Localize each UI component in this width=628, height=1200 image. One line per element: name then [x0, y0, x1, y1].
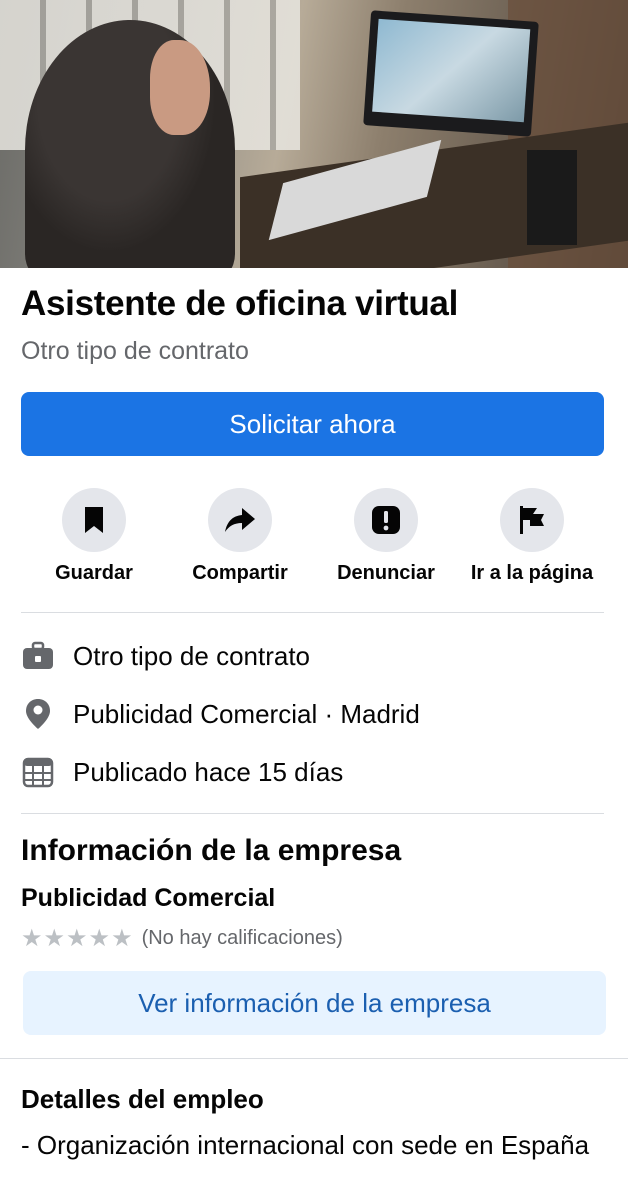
star-icon: ★ [66, 925, 88, 952]
share-label: Compartir [192, 562, 288, 584]
star-icon: ★ [21, 925, 43, 952]
star-icon: ★ [43, 925, 66, 952]
rating-stars: ★★★★★ [21, 924, 134, 953]
report-icon [354, 488, 418, 552]
bookmark-icon [62, 488, 126, 552]
job-cover-photo [0, 0, 628, 268]
job-contract-type: Otro tipo de contrato [21, 337, 249, 365]
info-posted-row: Publicado hace 15 días [21, 752, 343, 792]
posted-text: Publicado hace 15 días [73, 756, 344, 787]
report-label: Denunciar [337, 562, 435, 584]
share-icon [208, 488, 272, 552]
contract-text: Otro tipo de contrato [73, 640, 311, 671]
location-pin-icon [21, 697, 55, 731]
location-text: Publicidad Comercial · Madrid [73, 698, 420, 729]
briefcase-icon [21, 639, 55, 673]
section-divider [0, 1058, 628, 1059]
star-icon: ★ [88, 925, 111, 952]
action-bar: Guardar Compartir Denunciar Ir a la pági… [21, 488, 604, 588]
calendar-icon [21, 755, 55, 789]
star-icon: ★ [111, 925, 133, 952]
flag-icon [500, 488, 564, 552]
apply-now-button[interactable]: Solicitar ahora [21, 392, 604, 456]
company-rating: ★★★★★ (No hay calificaciones) [21, 924, 343, 953]
view-company-info-button[interactable]: Ver información de la empresa [23, 971, 606, 1035]
job-details-title: Detalles del empleo [21, 1084, 264, 1114]
company-name: Publicidad Comercial [21, 884, 276, 912]
go-to-page-label: Ir a la página [470, 562, 594, 584]
info-location-row: Publicidad Comercial · Madrid [21, 694, 420, 734]
save-label: Guardar [55, 562, 133, 584]
company-section-title: Información de la empresa [21, 834, 402, 867]
job-title: Asistente de oficina virtual [21, 284, 458, 323]
go-to-page-button[interactable]: Ir a la página [459, 488, 605, 585]
rating-text: (No hay calificaciones) [141, 927, 343, 949]
divider [21, 612, 604, 613]
share-button[interactable]: Compartir [167, 488, 313, 585]
save-button[interactable]: Guardar [21, 488, 167, 585]
job-details-text: - Organización internacional con sede en… [21, 1130, 590, 1160]
divider [21, 813, 604, 814]
report-button[interactable]: Denunciar [313, 488, 459, 585]
info-contract-row: Otro tipo de contrato [21, 636, 310, 676]
